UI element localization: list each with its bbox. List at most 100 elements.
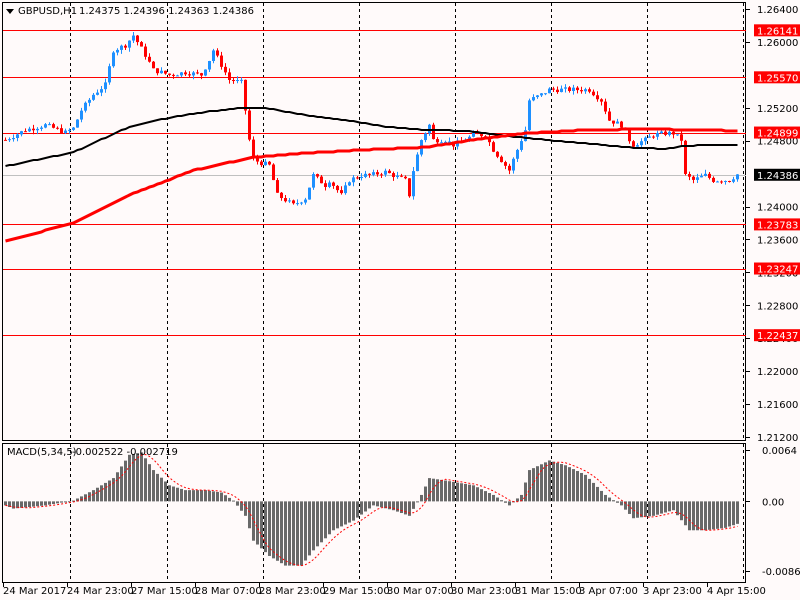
macd-bar xyxy=(96,487,99,502)
bear-candle xyxy=(220,55,223,67)
bull-candle xyxy=(304,199,307,203)
bull-candle xyxy=(364,173,367,177)
bull-candle xyxy=(212,50,215,61)
price-chart[interactable]: 1.264001.260001.252001.248001.240001.236… xyxy=(0,0,800,600)
bear-candle xyxy=(172,74,175,76)
macd-bar xyxy=(464,483,467,502)
bear-candle xyxy=(392,173,395,178)
macd-bar xyxy=(240,501,243,511)
bear-candle xyxy=(284,198,287,202)
bear-candle xyxy=(576,87,579,91)
bear-candle xyxy=(324,183,327,187)
bear-candle xyxy=(368,173,371,175)
level-price-label: 1.24899 xyxy=(757,129,798,140)
bull-candle xyxy=(516,149,519,159)
ohlc-values: 1.24375 1.24396 1.24363 1.24386 xyxy=(79,6,254,17)
bull-candle xyxy=(176,75,179,77)
collapse-triangle-icon[interactable] xyxy=(6,9,14,14)
macd-bar xyxy=(444,480,447,502)
bull-candle xyxy=(328,182,331,187)
bear-candle xyxy=(496,151,499,157)
bull-candle xyxy=(16,134,19,138)
macd-bar xyxy=(28,501,31,507)
bull-candle xyxy=(412,171,415,197)
bull-candle xyxy=(520,141,523,150)
macd-bar xyxy=(720,501,723,529)
bear-candle xyxy=(280,192,283,199)
macd-bar xyxy=(32,501,35,507)
bull-candle xyxy=(472,132,475,137)
macd-bar xyxy=(340,501,343,527)
macd-bar xyxy=(128,454,131,502)
bid-price-label: 1.24386 xyxy=(757,171,798,182)
bear-candle xyxy=(692,176,695,180)
macd-bar xyxy=(476,487,479,502)
bear-candle xyxy=(60,128,63,134)
bear-candle xyxy=(400,175,403,177)
macd-bar xyxy=(188,490,191,502)
bull-candle xyxy=(656,133,659,137)
level-price-label: 1.23247 xyxy=(757,265,798,276)
time-label: 3 Apr 07:00 xyxy=(579,586,638,597)
bull-candle xyxy=(112,52,115,67)
macd-bar xyxy=(204,490,207,502)
bear-candle xyxy=(188,74,191,76)
macd-bar xyxy=(484,491,487,502)
macd-tick-label: 0.00 xyxy=(762,497,784,508)
macd-bar xyxy=(60,501,63,503)
macd-bar xyxy=(420,494,423,502)
bear-candle xyxy=(156,68,159,74)
bull-candle xyxy=(84,102,87,111)
bull-candle xyxy=(584,89,587,92)
macd-bar xyxy=(376,501,379,507)
macd-bar xyxy=(692,501,695,531)
bull-candle xyxy=(648,136,651,138)
bear-candle xyxy=(248,110,251,140)
macd-bar xyxy=(80,496,83,502)
macd-bar xyxy=(192,490,195,502)
macd-bar xyxy=(404,501,407,515)
macd-bar xyxy=(120,466,123,502)
time-label: 24 Mar 23:00 xyxy=(67,586,134,597)
macd-bar xyxy=(344,501,347,525)
bear-candle xyxy=(148,56,151,62)
macd-bar xyxy=(440,479,443,502)
macd-bar xyxy=(724,501,727,528)
bear-candle xyxy=(708,173,711,178)
bull-candle xyxy=(512,158,515,171)
macd-bar xyxy=(492,494,495,502)
macd-bar xyxy=(92,490,95,502)
price-tick-label: 1.21600 xyxy=(757,400,798,411)
macd-bar xyxy=(604,494,607,502)
macd-bar xyxy=(52,501,55,505)
time-label: 24 Mar 2017 xyxy=(3,586,66,597)
macd-bar xyxy=(408,501,411,516)
bull-candle xyxy=(40,127,43,129)
macd-bar xyxy=(596,486,599,502)
macd-bar xyxy=(412,501,415,509)
macd-bar xyxy=(368,501,371,509)
macd-bar xyxy=(712,501,715,530)
macd-bar xyxy=(540,464,543,502)
bull-candle xyxy=(288,200,291,202)
bull-candle xyxy=(296,203,299,205)
bull-candle xyxy=(344,185,347,194)
macd-bar xyxy=(584,474,587,502)
bear-candle xyxy=(432,124,435,140)
bull-candle xyxy=(416,154,419,172)
macd-bar xyxy=(456,482,459,502)
macd-bar xyxy=(308,501,311,556)
bear-candle xyxy=(580,90,583,92)
bull-candle xyxy=(104,82,107,90)
bear-candle xyxy=(720,181,723,183)
macd-bar xyxy=(508,501,511,506)
macd-bar xyxy=(684,501,687,526)
macd-bar xyxy=(200,490,203,502)
bull-candle xyxy=(676,134,679,136)
time-label: 31 Mar 15:00 xyxy=(515,586,582,597)
bull-candle xyxy=(80,110,83,120)
moving-average-fast xyxy=(5,107,738,167)
bear-candle xyxy=(608,111,611,121)
bull-candle xyxy=(372,172,375,175)
bull-candle xyxy=(28,128,31,132)
